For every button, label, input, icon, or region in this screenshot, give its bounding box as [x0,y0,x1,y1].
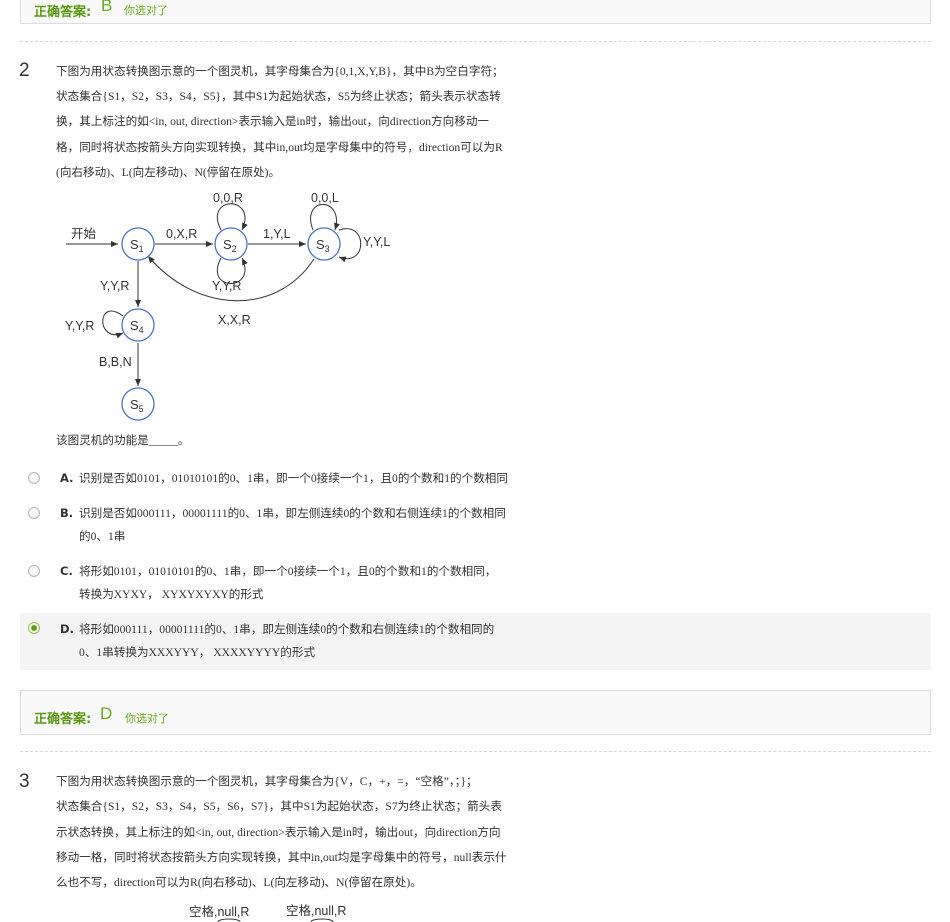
edge-label-s4-s5: B,B,N [99,355,132,369]
question-text-line: 示状态转换，其上标注的如<in, out, direction>表示输入是in时… [56,826,501,839]
turing-machine-diagram-partial: 空格,null,R 空格,null,R [189,903,346,922]
edge-label: 空格,null,R [189,904,249,919]
question-prompt: 该图灵机的功能是_____。 [56,434,190,447]
option-text: 转换为XYXY， XYXYXYXY的形式 [79,588,264,601]
edge-label-s2-loop-top: 0,0,R [213,191,243,205]
edge-label: 空格,null,R [286,903,346,918]
answer-label: 正确答案: [34,712,92,727]
option-text: 0、1串转换为XXXYYY， XXXXYYYY的形式 [79,646,316,659]
option-text: 将形如0101，01010101的0、1串，即一个0接续一个1，且0的个数和1的… [79,565,497,578]
divider [20,751,931,752]
option-letter: D. [60,622,74,636]
question-text-line: 下图为用状态转换图示意的一个图灵机，其字母集合为{V，C，+，=，“空格”，；}… [56,775,478,788]
option-text: 的0、1串 [79,530,126,543]
option-letter: C. [60,564,73,578]
edge-label-s2-loop-bottom: Y,Y,R [212,279,241,293]
edge-label-s1-s4: Y,Y,R [100,279,129,293]
question-text-line: 移动一格，同时将状态按箭头方向实现转换，其中in,out均是字母集中的符号，nu… [56,851,507,864]
turing-machine-diagram: S1 S2 S3 S4 S5 开始 0,X,R 0,0,R Y,Y,R 1,Y,… [65,191,390,421]
loop-s3-top [310,204,340,231]
radio-option-c[interactable] [28,565,40,577]
option-text: 识别是否如000111，00001111的0、1串，即左侧连续0的个数和右侧连续… [79,507,506,520]
edge-label-s3-loop-right: Y,Y,L [363,235,390,249]
question-text-line: 状态集合{S1，S2，S3，S4，S5，S6，S7}，其中S1为起始状态，S7为… [56,800,502,813]
radio-option-d[interactable] [28,622,40,634]
start-label: 开始 [71,227,97,241]
loop-s2-top [216,203,248,231]
edge-label-s1-s2: 0,X,R [166,227,197,241]
question-text-line: 么也不写，direction可以为R(向右移动)、L(向左移动)、N(停留在原处… [56,876,422,889]
edge-label-s3-loop-top: 0,0,L [311,191,339,205]
answer-box: 正确答案: D 你选对了 [20,690,931,735]
radio-option-b[interactable] [28,507,40,519]
option-letter: B. [60,506,74,520]
option-a[interactable]: A. 识别是否如0101，01010101的0、1串，即一个0接续一个1，且0的… [20,462,931,496]
option-text: 识别是否如0101，01010101的0、1串，即一个0接续一个1，且0的个数和… [79,472,508,485]
edge-label-s4-loop: Y,Y,R [65,319,94,333]
option-d[interactable]: D. 将形如000111，00001111的0、1串，即左侧连续0的个数和右侧连… [20,613,931,670]
edge-label-s3-s1: X,X,R [218,313,251,327]
radio-option-a[interactable] [28,472,40,484]
edge-label-s2-s3: 1,Y,L [263,227,291,241]
option-c[interactable]: C. 将形如0101，01010101的0、1串，即一个0接续一个1，且0的个数… [20,555,931,611]
answer-letter: D [100,704,113,723]
option-b[interactable]: B. 识别是否如000111，00001111的0、1串，即左侧连续0的个数和右… [20,497,931,553]
loop-s4 [102,310,124,339]
option-letter: A. [60,471,74,485]
answer-note: 你选对了 [125,712,169,725]
loop-s3-right [338,228,362,263]
option-text: 将形如000111，00001111的0、1串，即左侧连续0的个数和右侧连续1的… [79,623,495,636]
question-number: 3 [19,771,30,792]
